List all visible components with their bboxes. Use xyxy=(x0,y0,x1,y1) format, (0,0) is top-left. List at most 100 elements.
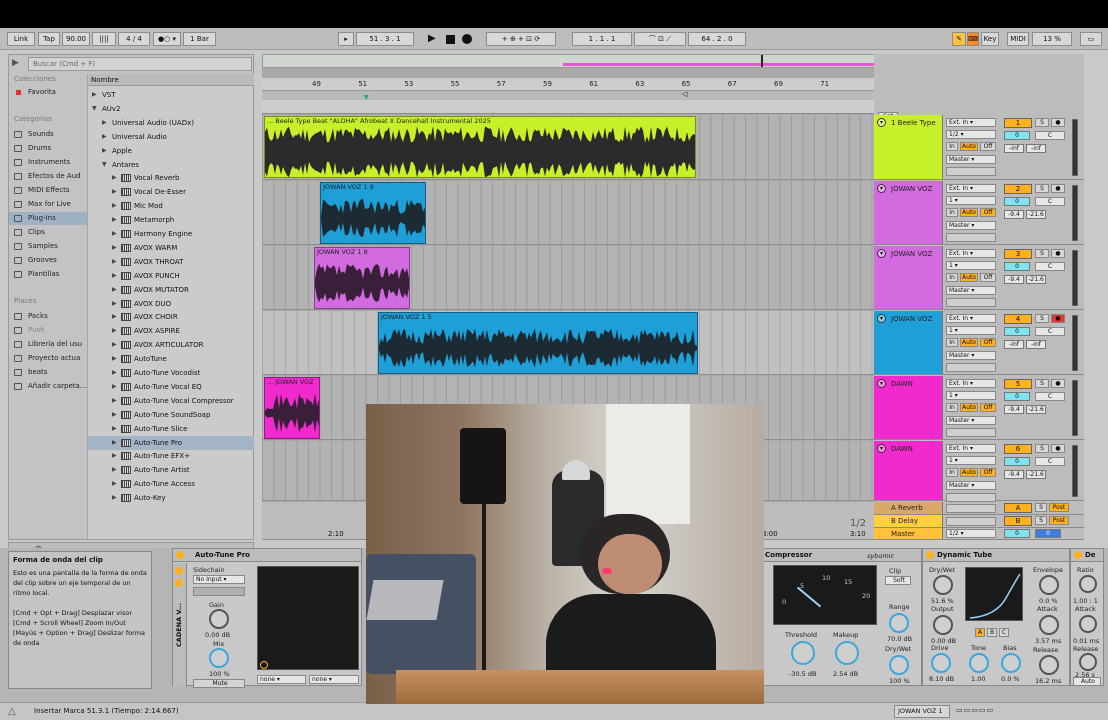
monitor-in-button[interactable]: In xyxy=(946,338,958,347)
tree-item[interactable]: ▶ AVOX PUNCH xyxy=(88,269,254,283)
metronome-icon[interactable]: |||| xyxy=(92,32,116,46)
expand-right-icon[interactable]: ▶ xyxy=(112,199,117,213)
return-output[interactable] xyxy=(946,504,996,513)
loop-start[interactable]: 1 . 1 . 1 xyxy=(572,32,632,46)
tree-item[interactable]: ▶ Auto-Tune EFX+ xyxy=(88,449,254,463)
output-select[interactable]: Master ▾ xyxy=(946,481,996,490)
beat-ruler[interactable]: 49 51 53 55 57 59 61 63 65 67 69 71 ▼ ◁ xyxy=(262,78,874,114)
expand-right-icon[interactable]: ▶ xyxy=(112,185,117,199)
clip-beele-beat[interactable]: ... Beele Type Beat "ALOHA" Afrobeat X D… xyxy=(264,116,696,178)
place-current-project[interactable]: Proyecto actua xyxy=(9,352,87,365)
expand-down-icon[interactable]: ▼ xyxy=(92,102,97,116)
monitor-in-button[interactable]: In xyxy=(946,142,958,151)
device-power-icon[interactable] xyxy=(1074,551,1082,559)
tree-item[interactable]: ▶ Auto-Tune SoundSoap xyxy=(88,408,254,422)
attack-knob[interactable] xyxy=(1079,615,1097,633)
monitor-auto-button[interactable]: Auto xyxy=(960,273,978,282)
return-activator[interactable]: B xyxy=(1004,516,1032,526)
arm-button[interactable]: ● xyxy=(1051,184,1065,193)
output-select[interactable]: Master ▾ xyxy=(946,155,996,164)
overdub-controls[interactable]: + ⊕ + ⊡ ⟳ xyxy=(486,32,556,46)
warning-icon[interactable]: △ xyxy=(8,706,16,717)
monitor-auto-button[interactable]: Auto xyxy=(960,208,978,217)
monitor-off-button[interactable]: Off xyxy=(980,403,996,412)
tree-item[interactable]: ▼ AUv2 xyxy=(88,102,254,116)
hw-icon[interactable]: ▭ xyxy=(1080,32,1102,46)
soft-button[interactable]: Soft xyxy=(885,576,911,585)
mix-knob[interactable] xyxy=(209,648,229,668)
return-header[interactable]: B Delay xyxy=(874,515,943,527)
expand-right-icon[interactable]: ▶ xyxy=(112,491,117,505)
stop-icon[interactable] xyxy=(446,35,455,44)
tube-a-button[interactable]: A xyxy=(975,628,985,637)
expand-right-icon[interactable]: ▶ xyxy=(112,227,117,241)
output-channel-select[interactable] xyxy=(946,428,996,437)
expand-right-icon[interactable]: ▶ xyxy=(112,241,117,255)
solo-button[interactable]: S xyxy=(1035,444,1049,453)
plugin-select-2[interactable]: none ▾ xyxy=(309,675,359,684)
tree-item[interactable]: ▶ Auto-Tune Vocal Compressor xyxy=(88,394,254,408)
draw-mode-icon[interactable]: ✎ xyxy=(952,32,966,46)
play-icon[interactable]: ▶ xyxy=(428,33,436,44)
tree-item[interactable]: ▶ Harmony Engine xyxy=(88,227,254,241)
input-channel-select[interactable]: 1 ▾ xyxy=(946,391,996,400)
monitor-off-button[interactable]: Off xyxy=(980,273,996,282)
expand-right-icon[interactable]: ▶ xyxy=(112,338,117,352)
category-max-for-live[interactable]: Max for Live xyxy=(9,198,87,211)
fold-icon[interactable]: ▾ xyxy=(877,249,886,258)
pan-field[interactable]: C xyxy=(1035,392,1065,401)
time-signature[interactable]: 4 / 4 xyxy=(118,32,150,46)
favorites-item[interactable]: Favorita xyxy=(9,86,87,99)
output-select[interactable]: Master ▾ xyxy=(946,351,996,360)
tone-knob[interactable] xyxy=(969,653,989,673)
tree-item[interactable]: ▶ Universal Audio xyxy=(88,130,254,144)
clip-jowan-voz-1-9[interactable]: JOWAN VOZ 1 9 xyxy=(320,182,426,244)
lane-track-4[interactable]: JOWAN VOZ 1 5 xyxy=(262,311,874,375)
expand-right-icon[interactable]: ▶ xyxy=(112,269,117,283)
return-header[interactable]: A Reverb xyxy=(874,502,943,514)
expand-right-icon[interactable]: ▶ xyxy=(112,297,117,311)
solo-button[interactable]: S xyxy=(1035,249,1049,258)
tree-item[interactable]: ▶ Vocal De-Esser xyxy=(88,185,254,199)
place-push[interactable]: Push xyxy=(9,324,87,337)
output-channel-select[interactable] xyxy=(946,298,996,307)
expand-right-icon[interactable]: ▶ xyxy=(112,394,117,408)
monitor-off-button[interactable]: Off xyxy=(980,142,996,151)
tree-item[interactable]: ▶ VST xyxy=(88,88,254,102)
lane-track-1[interactable]: ... Beele Type Beat "ALOHA" Afrobeat X D… xyxy=(262,115,874,180)
input-type-select[interactable]: Ext. In ▾ xyxy=(946,249,996,258)
input-type-select[interactable]: Ext. In ▾ xyxy=(946,118,996,127)
input-channel-select[interactable]: 1 ▾ xyxy=(946,196,996,205)
monitor-off-button[interactable]: Off xyxy=(980,208,996,217)
category-drums[interactable]: Drums xyxy=(9,142,87,155)
expand-right-icon[interactable]: ▶ xyxy=(112,408,117,422)
arm-button[interactable]: ● xyxy=(1051,249,1065,258)
expand-right-icon[interactable]: ▶ xyxy=(102,144,107,158)
place-user-library[interactable]: Librería del usu xyxy=(9,338,87,351)
status-track-name[interactable]: JOWAN VOZ 1 xyxy=(894,705,950,718)
tree-item[interactable]: ▼ Antares xyxy=(88,158,254,172)
monitor-in-button[interactable]: In xyxy=(946,273,958,282)
master-volume[interactable]: 0 xyxy=(1004,529,1030,538)
midi-map-button[interactable]: MIDI xyxy=(1007,32,1029,46)
arm-button[interactable]: ● xyxy=(1051,118,1065,127)
track-activator[interactable]: 3 xyxy=(1004,249,1032,259)
track-header[interactable]: ▾ 1 Beele Type xyxy=(874,115,943,179)
auto-button[interactable]: Auto xyxy=(1073,677,1101,686)
expand-right-icon[interactable]: ▶ xyxy=(112,283,117,297)
expand-right-icon[interactable]: ▶ xyxy=(112,449,117,463)
track-header[interactable]: ▾ JOWAN VOZ xyxy=(874,181,943,244)
tree-item[interactable]: ▶ Vocal Reverb xyxy=(88,171,254,185)
key-map-button[interactable]: Key xyxy=(981,32,999,46)
output-select[interactable]: Master ▾ xyxy=(946,286,996,295)
expand-right-icon[interactable]: ▶ xyxy=(102,116,107,130)
fold-icon[interactable]: ▾ xyxy=(877,184,886,193)
tree-item[interactable]: ▶ AutoTune xyxy=(88,352,254,366)
loop-length[interactable]: 64 . 2 . 0 xyxy=(688,32,746,46)
expand-right-icon[interactable]: ▶ xyxy=(102,130,107,144)
tree-item[interactable]: ▶ AVOX WARM xyxy=(88,241,254,255)
lane-track-3[interactable]: JOWAN VOZ 1 8 xyxy=(262,246,874,310)
monitor-in-button[interactable]: In xyxy=(946,403,958,412)
volume-field[interactable]: 0 xyxy=(1004,197,1030,206)
tube-c-button[interactable]: C xyxy=(999,628,1009,637)
